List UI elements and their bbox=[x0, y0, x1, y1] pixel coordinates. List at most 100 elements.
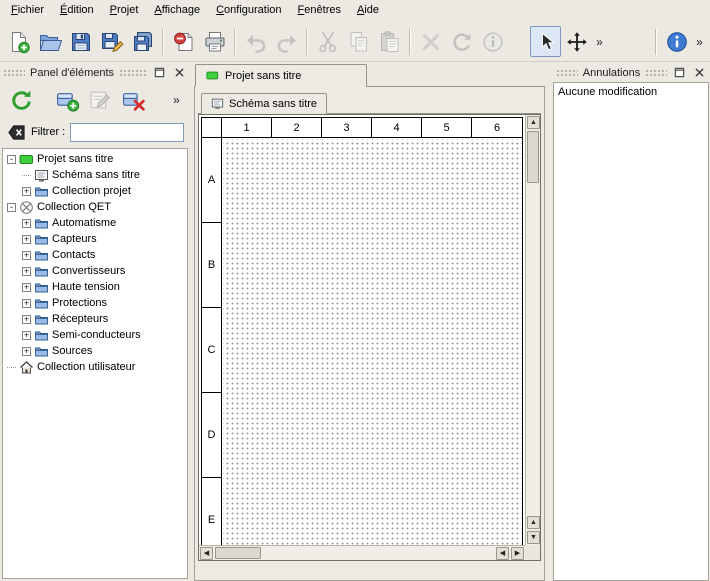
filter-input[interactable] bbox=[70, 123, 184, 142]
about-qet-button[interactable] bbox=[661, 26, 692, 57]
paste-button[interactable] bbox=[374, 26, 405, 57]
tree-item-collection-projet[interactable]: +Collection projet bbox=[3, 183, 187, 199]
pan-mode-button[interactable] bbox=[561, 26, 592, 57]
tree-item-recepteurs[interactable]: +Récepteurs bbox=[3, 311, 187, 327]
expand-icon[interactable]: + bbox=[22, 347, 31, 356]
expand-icon[interactable]: + bbox=[22, 251, 31, 260]
tree-item-protections[interactable]: +Protections bbox=[3, 295, 187, 311]
scrollbar-corner bbox=[525, 545, 540, 560]
close-file-button[interactable] bbox=[168, 26, 199, 57]
clear-filter-button[interactable] bbox=[6, 122, 26, 142]
print-button[interactable] bbox=[199, 26, 230, 57]
undo-list[interactable]: Aucune modification bbox=[553, 82, 709, 581]
menu-configuration[interactable]: Configuration bbox=[208, 0, 289, 22]
scroll-left-button-right[interactable]: ◀ bbox=[496, 547, 509, 560]
redo-button[interactable] bbox=[271, 26, 302, 57]
tab-schema-sans-titre[interactable]: Schéma sans titre bbox=[201, 93, 327, 114]
collapse-icon[interactable]: - bbox=[7, 155, 16, 164]
tree-item-convertisseurs[interactable]: +Convertisseurs bbox=[3, 263, 187, 279]
tree-item-haute-tension[interactable]: +Haute tension bbox=[3, 279, 187, 295]
undo-panel-title: Annulations bbox=[583, 67, 641, 79]
expand-icon[interactable]: + bbox=[22, 219, 31, 228]
select-mode-button[interactable] bbox=[530, 26, 561, 57]
tree-item-sources[interactable]: +Sources bbox=[3, 343, 187, 359]
expand-icon[interactable]: + bbox=[22, 299, 31, 308]
tree-item-collection-utilisateur[interactable]: Collection utilisateur bbox=[3, 359, 187, 375]
info-outline-icon bbox=[481, 30, 505, 54]
delete-button[interactable] bbox=[415, 26, 446, 57]
elements-toolbar-overflow[interactable]: » bbox=[169, 85, 184, 115]
about-info-icon bbox=[665, 30, 689, 54]
tree-item-schema-sans-titre[interactable]: Schéma sans titre bbox=[3, 167, 187, 183]
delete-element-button[interactable] bbox=[118, 85, 148, 115]
horizontal-scrollbar[interactable]: ◀ ◀ ▶ bbox=[199, 545, 525, 560]
dock-grip[interactable] bbox=[3, 69, 25, 77]
float-undo-panel-button[interactable] bbox=[672, 65, 687, 80]
expand-icon[interactable]: + bbox=[22, 331, 31, 340]
edit-element-button[interactable] bbox=[85, 85, 115, 115]
dock-grip[interactable] bbox=[119, 69, 147, 77]
undo-button[interactable] bbox=[240, 26, 271, 57]
expand-icon[interactable]: + bbox=[22, 235, 31, 244]
expand-icon[interactable]: + bbox=[22, 187, 31, 196]
drawing-sheet: 123456 ABCDE bbox=[201, 117, 523, 545]
menu-fenetres[interactable]: Fenêtres bbox=[290, 0, 349, 22]
schema-icon bbox=[211, 97, 224, 110]
menu-edition[interactable]: Édition bbox=[52, 0, 102, 22]
open-project-button[interactable] bbox=[34, 26, 65, 57]
grid-area[interactable] bbox=[223, 139, 522, 545]
column-label-1: 1 bbox=[222, 118, 272, 138]
print-icon bbox=[203, 30, 227, 54]
cut-button[interactable] bbox=[312, 26, 343, 57]
copy-icon bbox=[347, 30, 371, 54]
tree-item-collection-qet[interactable]: -Collection QET bbox=[3, 199, 187, 215]
tree-item-automatisme[interactable]: +Automatisme bbox=[3, 215, 187, 231]
undo-panel-titlebar[interactable]: Annulations bbox=[553, 64, 710, 81]
properties-button[interactable] bbox=[477, 26, 508, 57]
tree-item-capteurs[interactable]: + Capteurs bbox=[3, 231, 187, 247]
collapse-icon[interactable]: - bbox=[7, 203, 16, 212]
dock-grip[interactable] bbox=[556, 69, 578, 77]
scheme-canvas[interactable]: 123456 ABCDE bbox=[199, 115, 525, 545]
new-project-button[interactable] bbox=[3, 26, 34, 57]
scroll-up-button-bottom[interactable]: ▲ bbox=[527, 516, 540, 529]
undo-icon bbox=[244, 30, 268, 54]
tree-item-label: Capteurs bbox=[52, 233, 97, 245]
new-element-button[interactable] bbox=[52, 85, 82, 115]
mode-toolbar-overflow[interactable]: » bbox=[592, 27, 607, 57]
save-as-button[interactable] bbox=[96, 26, 127, 57]
elements-panel-titlebar[interactable]: Panel d'éléments bbox=[0, 64, 190, 81]
vertical-scrollbar[interactable]: ▲ ▲ ▼ bbox=[525, 115, 540, 545]
copy-button[interactable] bbox=[343, 26, 374, 57]
cut-icon bbox=[316, 30, 340, 54]
edit-element-icon bbox=[88, 88, 113, 113]
element-tree: -Projet sans titreSchéma sans titre+Coll… bbox=[2, 148, 188, 579]
tree-item-projet-sans-titre[interactable]: -Projet sans titre bbox=[3, 151, 187, 167]
menu-aide[interactable]: Aide bbox=[349, 0, 387, 22]
scroll-left-button[interactable]: ◀ bbox=[200, 547, 213, 560]
scroll-up-button[interactable]: ▲ bbox=[527, 116, 540, 129]
main-toolbar-overflow[interactable]: » bbox=[692, 27, 707, 57]
menu-affichage[interactable]: Affichage bbox=[146, 0, 208, 22]
scroll-right-button[interactable]: ▶ bbox=[511, 547, 524, 560]
expand-icon[interactable]: + bbox=[22, 315, 31, 324]
menu-fichier[interactable]: Fichier bbox=[3, 0, 52, 22]
column-label-6: 6 bbox=[472, 118, 522, 138]
expand-icon[interactable]: + bbox=[22, 283, 31, 292]
dock-grip[interactable] bbox=[645, 69, 667, 77]
float-panel-button[interactable] bbox=[152, 65, 167, 80]
scroll-down-button[interactable]: ▼ bbox=[527, 531, 540, 544]
tree-item-contacts[interactable]: +Contacts bbox=[3, 247, 187, 263]
reload-collections-button[interactable] bbox=[6, 85, 36, 115]
vertical-scroll-thumb[interactable] bbox=[527, 131, 539, 183]
save-all-button[interactable] bbox=[127, 26, 158, 57]
horizontal-scroll-thumb[interactable] bbox=[215, 547, 261, 559]
expand-icon[interactable]: + bbox=[22, 267, 31, 276]
rotate-button[interactable] bbox=[446, 26, 477, 57]
close-panel-button[interactable] bbox=[172, 65, 187, 80]
menu-projet[interactable]: Projet bbox=[102, 0, 147, 22]
save-button[interactable] bbox=[65, 26, 96, 57]
tree-item-semi-conducteurs[interactable]: +Semi-conducteurs bbox=[3, 327, 187, 343]
tab-projet-sans-titre[interactable]: Projet sans titre bbox=[195, 64, 367, 87]
close-undo-panel-button[interactable] bbox=[692, 65, 707, 80]
